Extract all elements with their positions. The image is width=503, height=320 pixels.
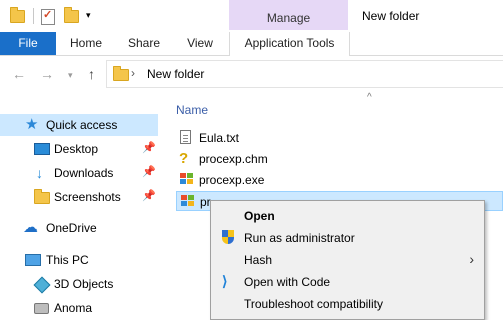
sidebar-item-label: Screenshots <box>54 190 121 204</box>
process-explorer-icon <box>181 195 194 207</box>
menu-item-label: Hash <box>244 253 273 267</box>
sidebar-item-this-pc[interactable]: This PC <box>0 249 158 271</box>
properties-icon[interactable] <box>41 8 55 25</box>
download-icon: ↓ <box>36 165 43 181</box>
menu-item-hash[interactable]: Hash › <box>211 249 484 271</box>
tab-file[interactable]: File <box>0 32 56 55</box>
file-name: Eula.txt <box>199 131 240 145</box>
sidebar-item-onedrive[interactable]: ☁ OneDrive <box>0 217 158 239</box>
file-item-procexp-chm[interactable]: ? procexp.chm <box>176 149 503 169</box>
address-bar[interactable]: › New folder <box>106 60 503 88</box>
sidebar-item-3d-objects[interactable]: 3D Objects <box>0 273 158 295</box>
menu-item-open-with-code[interactable]: ⟩ Open with Code <box>211 271 484 293</box>
toolbar-separator <box>33 8 34 24</box>
sidebar-item-label: Quick access <box>46 118 118 132</box>
window-title: New folder <box>362 9 420 23</box>
process-explorer-icon <box>180 173 193 185</box>
vscode-icon: ⟩ <box>222 273 228 289</box>
column-header-name[interactable]: Name <box>176 103 208 117</box>
help-file-icon: ? <box>179 150 189 167</box>
drive-icon <box>34 303 49 314</box>
file-name: procexp.exe <box>199 173 265 187</box>
tab-view[interactable]: View <box>178 32 222 55</box>
pin-icon[interactable]: 📌 <box>142 165 156 178</box>
file-item-eula[interactable]: Eula.txt <box>176 128 503 148</box>
uac-shield-icon <box>222 230 235 245</box>
tab-share[interactable]: Share <box>121 32 167 55</box>
sidebar-item-screenshots[interactable]: Screenshots 📌 <box>0 186 158 208</box>
back-arrow-icon[interactable]: ← <box>12 66 26 82</box>
recent-locations-icon[interactable]: ▾ <box>68 70 73 81</box>
forward-arrow-icon[interactable]: → <box>40 66 54 82</box>
tab-home[interactable]: Home <box>62 32 110 55</box>
sidebar-item-label: 3D Objects <box>54 277 114 291</box>
menu-item-label: Open <box>244 209 275 223</box>
sidebar-item-label: Anoma <box>54 301 93 315</box>
desktop-icon <box>34 143 50 155</box>
new-folder-icon[interactable] <box>64 7 79 23</box>
sidebar-item-desktop[interactable]: Desktop 📌 <box>0 138 158 160</box>
folder-icon <box>34 189 50 204</box>
sidebar-item-quick-access[interactable]: ★ Quick access <box>0 114 158 136</box>
ribbon-tabs: File Home Share View Application Tools <box>0 32 503 56</box>
menu-item-label: Open with Code <box>244 275 331 289</box>
menu-item-open[interactable]: Open <box>211 205 484 227</box>
folder-icon <box>113 66 129 81</box>
sidebar-item-label: Desktop <box>54 142 99 156</box>
sidebar-item-label: Downloads <box>54 166 114 180</box>
manage-context-tab: Manage <box>229 0 348 30</box>
sidebar-item-anoma[interactable]: Anoma <box>0 297 158 319</box>
context-menu: Open Run as administrator Hash › ⟩ Open … <box>210 200 485 320</box>
menu-item-label: Run as administrator <box>244 231 355 245</box>
address-path[interactable]: New folder <box>147 67 204 81</box>
pin-icon[interactable]: 📌 <box>142 141 156 154</box>
sidebar-item-label: OneDrive <box>46 221 97 235</box>
file-item-procexp-exe[interactable]: procexp.exe <box>176 170 503 190</box>
tab-application-tools[interactable]: Application Tools <box>229 32 350 56</box>
star-icon: ★ <box>25 116 39 133</box>
sidebar-item-label: This PC <box>46 253 89 267</box>
menu-item-run-as-administrator[interactable]: Run as administrator <box>211 227 484 249</box>
chevron-right-icon[interactable]: › <box>131 66 135 80</box>
pin-icon[interactable]: 📌 <box>142 189 156 202</box>
file-name: procexp.chm <box>199 152 268 166</box>
navigation-pane: ★ Quick access Desktop 📌 ↓ Downloads 📌 S… <box>0 100 160 320</box>
sidebar-item-downloads[interactable]: ↓ Downloads 📌 <box>0 162 158 184</box>
cloud-icon: ☁ <box>23 219 38 236</box>
folder-icon[interactable] <box>10 7 25 23</box>
menu-item-troubleshoot-compatibility[interactable]: Troubleshoot compatibility <box>211 293 484 315</box>
menu-item-label: Troubleshoot compatibility <box>244 297 383 311</box>
up-arrow-icon[interactable]: ↑ <box>88 66 95 82</box>
cube-icon <box>33 276 51 294</box>
submenu-arrow-icon: › <box>469 251 474 267</box>
computer-icon <box>25 254 41 266</box>
sort-caret-icon: ^ <box>367 92 372 103</box>
text-file-icon <box>180 130 191 144</box>
title-bar: ▾ Manage New folder <box>0 0 503 32</box>
customize-toolbar-icon[interactable]: ▾ <box>86 10 91 21</box>
